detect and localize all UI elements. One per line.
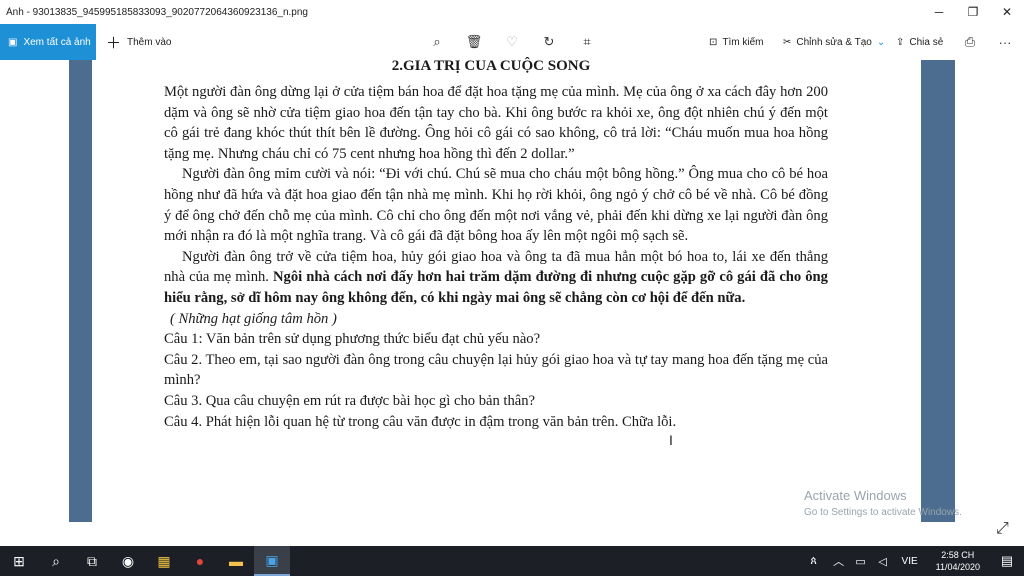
add-to-label: Thêm vào [127,36,172,48]
chevron-down-icon: ⌄ [876,36,886,48]
print-icon[interactable]: ⎙ [958,24,982,60]
delete-icon[interactable]: 🗑 [462,24,486,60]
clock[interactable]: 2:58 CH 11/04/2020 [926,549,990,573]
text-cursor-icon: I [669,432,673,448]
search-taskbar-icon[interactable]: ⌕ [38,546,74,576]
more-button[interactable]: ··· [993,24,1017,60]
paragraph-2: Người đàn ông mỉm cười và nói: “Đi với c… [164,166,828,245]
start-icon[interactable]: ⊞ [0,546,38,576]
rotate-icon[interactable]: ↻ [537,24,561,60]
file-explorer-icon[interactable]: ▬ [218,546,254,576]
share-button[interactable]: ⇪ Chia sẻ [896,24,943,60]
share-icon: ⇪ [896,36,905,48]
system-tray: ጰ ︿ ▭ ◁ VIE 2:58 CH 11/04/2020 ▤ [800,546,1024,576]
close-button[interactable]: ✕ [990,0,1024,24]
search-icon: ⊡ [709,36,718,48]
search-label: Tìm kiếm [722,36,764,48]
favorite-icon[interactable]: ♡ [500,24,524,60]
source-line: ( Những hạt giống tâm hồn ) [170,310,337,327]
chrome-icon[interactable]: ● [182,546,218,576]
paragraph-1: Một người đàn ông dừng lại ở cửa tiệm bá… [164,84,828,162]
activate-windows-subtitle: Go to Settings to activate Windows. [804,507,962,518]
clock-time: 2:58 CH [941,550,975,560]
search-button[interactable]: ⊡ Tìm kiếm [709,24,764,60]
paragraph-3: Người đàn ông trở về cửa tiệm hoa, hủy g… [164,247,828,309]
activate-windows-watermark: Activate Windows Go to Settings to activ… [804,488,962,518]
volume-icon[interactable]: ◁ [872,546,894,576]
network-icon[interactable]: ▭ [850,546,872,576]
share-label: Chia sẻ [909,36,944,48]
question-4: Câu 4. Phát hiện lỗi quan hệ từ trong câ… [164,413,677,430]
clock-date: 11/04/2020 [935,562,980,572]
task-view-icon[interactable]: ⧉ [74,546,110,576]
store-icon[interactable]: ▦ [146,546,182,576]
question-3: Câu 3. Qua câu chuyện em rút ra được bài… [164,392,536,409]
document-heading: 2.GIA TRỊ CUA CUỘC SONG [391,58,591,74]
media-player-icon[interactable]: ◉ [110,546,146,576]
photos-icon: ▣ [8,36,18,48]
zoom-icon[interactable]: ⌕ [425,24,449,60]
photos-app-icon[interactable]: ▣ [254,546,290,576]
minimize-button[interactable]: ─ [922,0,956,24]
edit-create-label: Chỉnh sửa & Tạo [796,36,872,48]
document-text: 2.GIA TRỊ CUA CUỘC SONG Một người đàn ôn… [164,59,829,432]
window-title: Ảnh - 93013835_945995185833093_902077206… [6,6,308,18]
see-all-photos-label: Xem tất cả ảnh [23,36,91,48]
crop-icon[interactable]: ⌗ [575,24,599,60]
notifications-icon[interactable]: ▤ [990,546,1024,576]
question-2: Câu 2. Theo em, tại sao người đàn ông tr… [164,351,829,389]
activate-windows-title: Activate Windows [804,488,907,503]
photo-viewer: 2.GIA TRỊ CUA CUỘC SONG Một người đàn ôn… [0,59,1024,546]
maximize-button[interactable]: ❐ [956,0,990,24]
see-all-photos-button[interactable]: ▣ Xem tất cả ảnh [0,24,96,60]
show-hidden-icons-icon[interactable]: ︿ [828,546,850,576]
title-bar: Ảnh - 93013835_945995185833093_902077206… [0,0,1024,24]
people-icon[interactable]: ጰ [800,546,828,576]
question-1: Câu 1: Văn bản trên sử dụng phương thức … [164,331,541,348]
input-language[interactable]: VIE [894,546,926,576]
expand-icon[interactable]: ⤢ [996,520,1009,538]
plus-icon: ＋ [106,34,122,52]
edit-icon: ✂ [783,36,792,48]
taskbar: ⊞ ⌕ ⧉ ◉ ▦ ● ▬ ▣ ጰ ︿ ▭ ◁ VIE 2:58 CH 11/0… [0,546,1024,576]
add-to-button[interactable]: ＋ Thêm vào [96,24,171,60]
edit-create-button[interactable]: ✂ Chỉnh sửa & Tạo ⌄ [783,24,885,60]
